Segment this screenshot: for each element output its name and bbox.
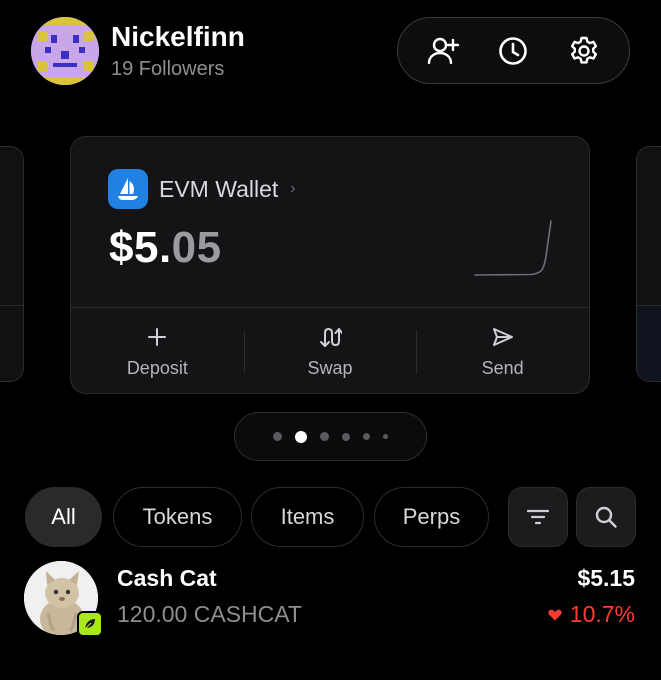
wallet-card[interactable]: EVM Wallet › $5.05 Deposit Swap Send — [70, 136, 590, 394]
search-button[interactable] — [576, 487, 636, 547]
chevron-right-icon: › — [290, 180, 296, 197]
pager-dot[interactable] — [383, 434, 388, 439]
pager-dot-active[interactable] — [295, 430, 307, 443]
swap-button[interactable]: Swap — [243, 308, 417, 394]
profile-avatar[interactable] — [31, 17, 99, 85]
balance-main: $5. — [109, 223, 172, 272]
wallet-name: EVM Wallet — [159, 175, 279, 202]
filter-chip-perps[interactable]: Perps — [374, 487, 489, 547]
wallet-header[interactable]: EVM Wallet › — [108, 169, 296, 209]
filter-chip-all[interactable]: All — [25, 487, 102, 547]
opensea-icon — [108, 169, 148, 209]
token-change-value: 10.7% — [569, 601, 635, 627]
header-action-bar — [397, 17, 630, 84]
heart-down-icon — [548, 609, 562, 620]
pager-dot[interactable] — [342, 432, 350, 441]
search-icon — [595, 506, 617, 528]
wallet-actions: Deposit Swap Send — [71, 308, 589, 394]
wallet-balance: $5.05 — [109, 223, 222, 273]
deposit-button[interactable]: Deposit — [71, 308, 244, 394]
pager-dot[interactable] — [273, 432, 282, 441]
swap-label: Swap — [307, 358, 353, 378]
next-wallet-card[interactable] — [636, 146, 661, 382]
send-icon — [492, 325, 514, 349]
prev-wallet-card[interactable] — [0, 146, 24, 382]
pager-dot[interactable] — [320, 432, 329, 441]
carousel-pager[interactable] — [234, 412, 427, 461]
token-value: $5.15 — [577, 565, 635, 591]
filter-icon — [526, 509, 550, 525]
swap-icon — [318, 325, 342, 349]
token-name: Cash Cat — [117, 565, 217, 591]
card-divider — [0, 305, 23, 306]
filter-chip-items[interactable]: Items — [251, 487, 364, 547]
token-change: 10.7% — [548, 601, 635, 628]
balance-cents: 05 — [171, 223, 222, 272]
settings-gear-icon[interactable] — [564, 31, 604, 71]
profile-name: Nickelfinn — [111, 21, 245, 52]
deposit-label: Deposit — [126, 358, 188, 378]
send-label: Send — [481, 358, 524, 378]
leaf-badge-icon — [77, 611, 103, 637]
balance-sparkline — [474, 220, 552, 276]
pager-dot[interactable] — [363, 433, 370, 440]
send-button[interactable]: Send — [416, 308, 589, 394]
filter-button[interactable] — [508, 487, 568, 547]
plus-icon — [147, 325, 167, 349]
filter-chip-tokens[interactable]: Tokens — [113, 487, 242, 547]
history-clock-icon[interactable] — [493, 31, 533, 71]
token-amount: 120.00 CASHCAT — [117, 601, 302, 627]
followers-count[interactable]: 19 Followers — [111, 58, 224, 81]
add-friend-icon[interactable] — [423, 31, 463, 71]
card-lower-panel — [637, 306, 661, 381]
